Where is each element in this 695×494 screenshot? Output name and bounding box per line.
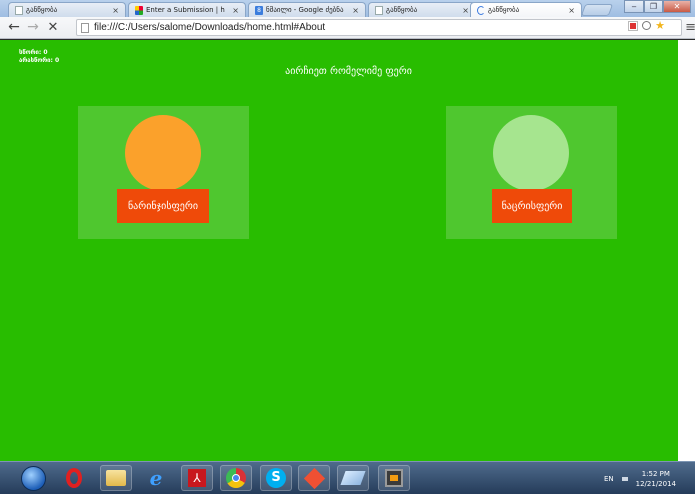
page-content: სწორი: 0 არასწორი: 0 აირჩიეთ რომელიმე ფე… [19,40,678,461]
acrobat-icon[interactable]: ⅄ [181,465,213,491]
minimize-button[interactable]: ‒ [624,0,644,13]
tab-close-icon[interactable]: × [568,6,575,15]
language-indicator[interactable]: EN [604,475,614,483]
tab-title: Enter a Submission | h [146,6,225,14]
loading-icon [477,5,485,15]
tab-title: განწყობა [26,6,58,14]
forward-button[interactable]: → [25,19,41,36]
zoom-icon[interactable] [642,21,652,30]
explorer-folder-icon[interactable] [100,465,132,491]
clock[interactable]: 1:52 PM 12/21/2014 [636,469,676,489]
chrome-icon[interactable] [220,465,252,491]
tab-4[interactable]: განწყობა × [368,2,476,17]
stop-button[interactable]: ✕ [45,19,61,36]
star-icon[interactable]: ★ [655,20,665,31]
tab-strip: განწყობა × Enter a Submission | h × 8 ნმ… [0,0,695,17]
git-icon[interactable] [298,465,330,491]
translate-icon[interactable] [628,21,639,31]
correct-score: სწორი: 0 [19,49,48,56]
scrollbar-area [678,40,695,461]
new-tab-button[interactable] [580,4,614,16]
start-button[interactable] [21,466,46,491]
page-icon [375,5,383,15]
taskbar: e ⅄ S EN 1:52 PM 12/21/2014 [0,461,695,494]
color-card-2: ნაცრისფერი [446,106,617,239]
clock-date: 12/21/2014 [635,479,676,488]
google-icon: 8 [255,5,263,15]
system-tray: EN 1:52 PM 12/21/2014 [604,462,676,494]
orange-choice-button[interactable]: ნარინჯისფერი [117,189,209,223]
clock-time: 1:52 PM [641,469,670,478]
close-window-button[interactable]: ✕ [663,0,691,13]
notepad-icon[interactable] [337,465,369,491]
address-bar[interactable]: file:///C:/Users/salome/Downloads/home.h… [76,19,682,36]
wrong-score: არასწორი: 0 [19,57,60,64]
page-left-margin [0,40,19,461]
gray-choice-button[interactable]: ნაცრისფერი [492,189,572,223]
skype-icon[interactable]: S [260,465,292,491]
tab-5-active[interactable]: განწყობა × [470,2,582,17]
network-icon[interactable] [621,476,628,481]
address-url[interactable]: file:///C:/Users/salome/Downloads/home.h… [94,22,325,33]
color-circle-1 [125,115,201,191]
internet-explorer-icon[interactable]: e [140,465,172,491]
back-button[interactable]: ← [6,19,22,36]
tab-title: განწყობა [386,6,418,14]
browser-toolbar: ← → ✕ file:///C:/Users/salome/Downloads/… [0,17,695,39]
tab-3[interactable]: 8 ნმაილი - Google ძებნა × [248,2,366,17]
maximize-button[interactable]: ❐ [644,0,663,13]
sublime-icon[interactable] [378,465,410,491]
color-circle-2 [493,115,569,191]
tab-title: ნმაილი - Google ძებნა [266,6,344,14]
tab-title: განწყობა [488,6,520,14]
tab-close-icon[interactable]: × [352,6,359,15]
tab-1[interactable]: განწყობა × [8,2,126,17]
tab-close-icon[interactable]: × [112,6,119,15]
color-card-1: ნარინჯისფერი [78,106,249,239]
page-icon [81,22,89,33]
page-icon [15,5,23,15]
tab-2[interactable]: Enter a Submission | h × [128,2,246,17]
opera-icon[interactable] [58,465,90,491]
tab-close-icon[interactable]: × [232,6,239,15]
tab-close-icon[interactable]: × [462,6,469,15]
submission-icon [135,5,143,15]
menu-icon[interactable]: ≡ [685,20,695,35]
page-title: აირჩიეთ რომელიმე ფერი [285,66,412,77]
